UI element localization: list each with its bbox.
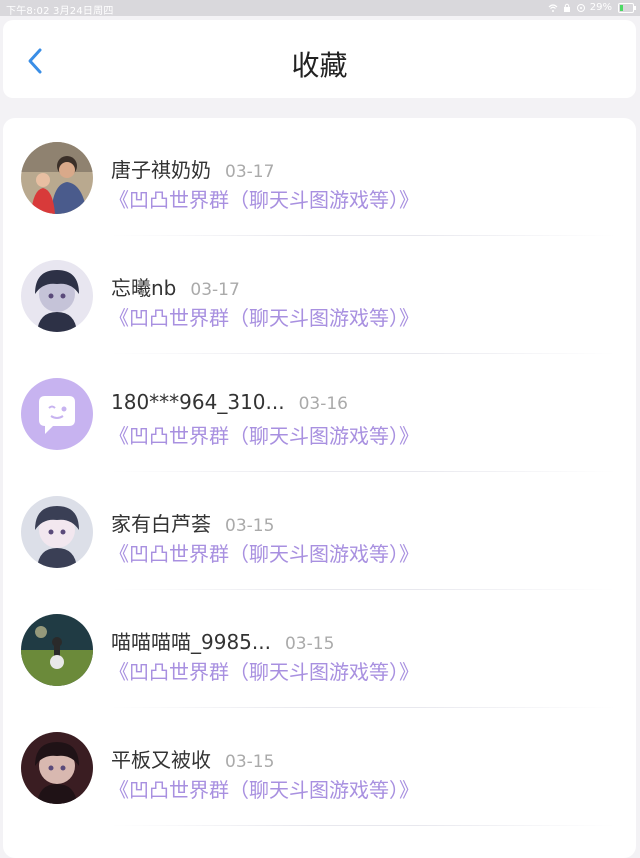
group-link[interactable]: 《凹凸世界群（聊天斗图游戏等）》 [109, 184, 419, 213]
group-link[interactable]: 《凹凸世界群（聊天斗图游戏等）》 [109, 774, 419, 803]
avatar[interactable] [21, 260, 93, 332]
divider [111, 825, 616, 826]
favorite-date: 03-15 [225, 516, 275, 536]
battery-icon [618, 2, 636, 13]
user-name: 唐子祺奶奶 [111, 158, 211, 182]
favorite-date: 03-15 [284, 634, 335, 654]
favorite-item[interactable]: 喵喵喵喵_9985... 03-15 《凹凸世界群（聊天斗图游戏等）》 [3, 590, 636, 708]
favorite-item[interactable]: 平板又被收 03-15 《凹凸世界群（聊天斗图游戏等）》 [3, 708, 636, 826]
status-bar: 下午8:02 3月24日周四 29% [0, 0, 640, 17]
user-name: 忘曦nb [111, 276, 177, 300]
name-line: 忘曦nb 03-17 [111, 272, 240, 301]
group-link[interactable]: 《凹凸世界群（聊天斗图游戏等）》 [109, 302, 419, 331]
favorite-date: 03-16 [298, 394, 348, 414]
favorite-item[interactable]: 忘曦nb 03-17 《凹凸世界群（聊天斗图游戏等）》 [3, 236, 636, 354]
favorite-date: 03-17 [225, 162, 275, 182]
wifi-icon [548, 3, 558, 12]
favorite-date: 03-15 [225, 752, 275, 772]
name-line: 唐子祺奶奶 03-17 [111, 154, 274, 183]
user-name: 家有白芦荟 [111, 512, 211, 536]
rotation-lock-icon [576, 3, 585, 12]
group-link[interactable]: 《凹凸世界群（聊天斗图游戏等）》 [109, 420, 419, 449]
favorite-item[interactable]: 唐子祺奶奶 03-17 《凹凸世界群（聊天斗图游戏等）》 [3, 118, 636, 236]
user-name: 180***964_310... [111, 390, 285, 414]
user-name: 平板又被收 [111, 748, 211, 772]
status-right: 29% [548, 2, 636, 13]
avatar[interactable] [21, 614, 93, 686]
battery-percent: 29% [589, 2, 612, 13]
name-line: 喵喵喵喵_9985... 03-15 [111, 626, 334, 655]
group-link[interactable]: 《凹凸世界群（聊天斗图游戏等）》 [109, 656, 419, 685]
user-name: 喵喵喵喵_9985... [111, 630, 271, 654]
favorites-list: 唐子祺奶奶 03-17 《凹凸世界群（聊天斗图游戏等）》 忘曦nb 03-17 《凹凸世界… [3, 118, 636, 858]
group-link[interactable]: 《凹凸世界群（聊天斗图游戏等）》 [109, 538, 419, 567]
name-line: 180***964_310... 03-16 [111, 390, 348, 414]
name-line: 家有白芦荟 03-15 [111, 508, 274, 537]
status-time: 下午8:02 3月24日周四 [6, 6, 114, 17]
avatar[interactable] [21, 496, 93, 568]
favorite-item[interactable]: 家有白芦荟 03-15 《凹凸世界群（聊天斗图游戏等）》 [3, 472, 636, 590]
avatar[interactable] [21, 378, 93, 450]
avatar[interactable] [21, 732, 93, 804]
name-line: 平板又被收 03-15 [111, 744, 274, 773]
page-title: 收藏 [291, 49, 348, 82]
favorite-date: 03-17 [190, 280, 240, 300]
avatar[interactable] [21, 142, 93, 214]
favorite-item[interactable]: 180***964_310... 03-16 《凹凸世界群（聊天斗图游戏等）》 [3, 354, 636, 472]
lock-icon [563, 3, 570, 12]
navigation-bar: 收藏 [3, 20, 636, 98]
